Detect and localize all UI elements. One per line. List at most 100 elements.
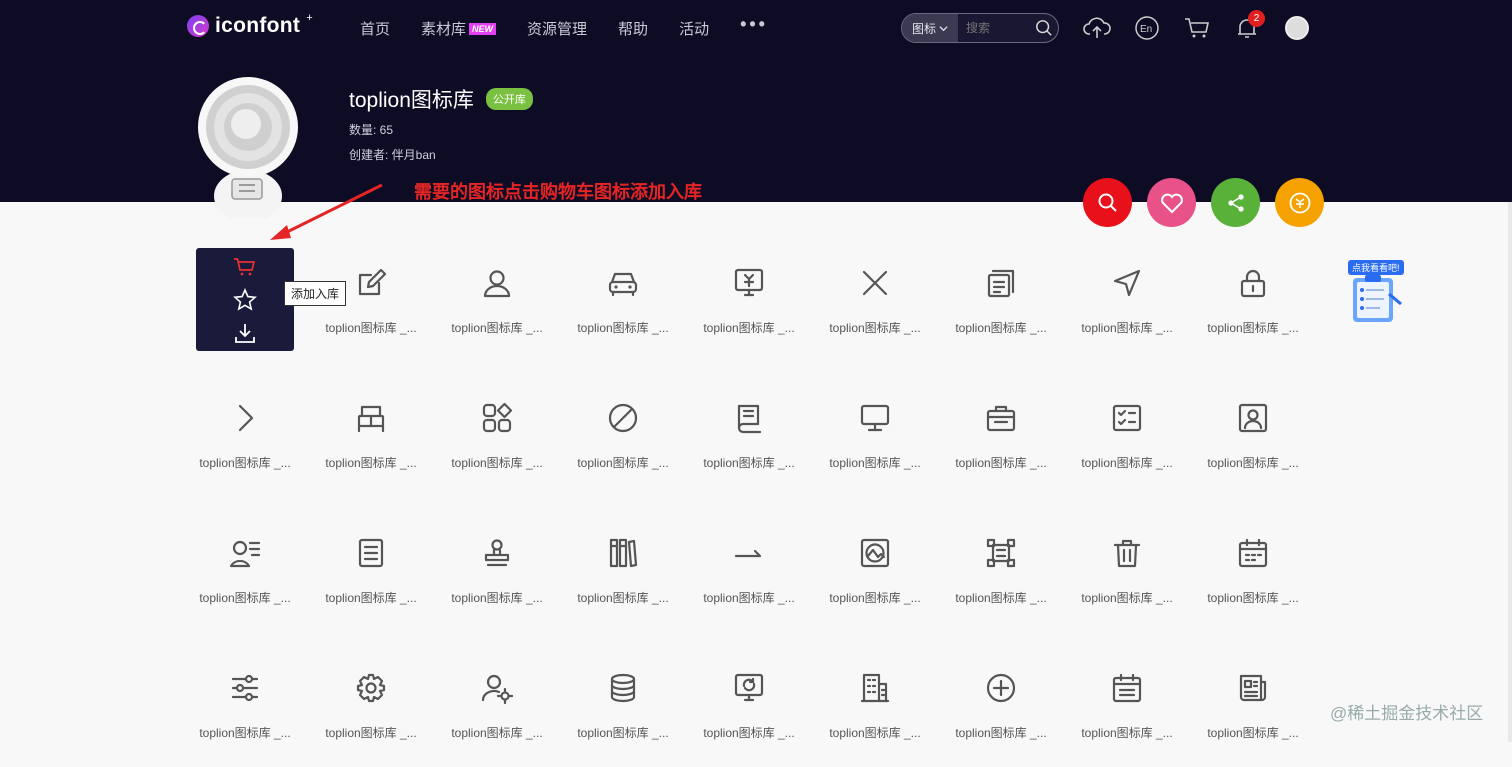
collect-button[interactable] xyxy=(231,287,259,313)
bed-icon xyxy=(354,401,388,435)
icon-card-briefcase[interactable]: toplion图标库 _... xyxy=(938,387,1064,497)
icon-count: 数量: 65 xyxy=(349,123,394,137)
cart-button[interactable] xyxy=(1183,14,1211,42)
icon-card-label: toplion图标库 _... xyxy=(1081,456,1173,470)
icon-card-label: toplion图标库 _... xyxy=(451,456,543,470)
search-button[interactable] xyxy=(1030,19,1058,37)
upload-button[interactable] xyxy=(1083,14,1111,42)
icon-card-label: toplion图标库 _... xyxy=(1081,726,1173,740)
logo-plus: + xyxy=(306,12,313,24)
user-settings-icon xyxy=(480,671,514,705)
share-button[interactable] xyxy=(1211,178,1260,227)
icon-card-stamp[interactable]: toplion图标库 _... xyxy=(434,522,560,632)
icon-card-bed[interactable]: toplion图标库 _... xyxy=(308,387,434,497)
lock-icon xyxy=(1236,266,1270,300)
icon-card-label: toplion图标库 _... xyxy=(703,456,795,470)
icon-card-user[interactable]: toplion图标库 _... xyxy=(434,252,560,362)
icon-card-book[interactable]: toplion图标库 _... xyxy=(686,387,812,497)
icon-card-portrait[interactable]: toplion图标库 _... xyxy=(1190,387,1316,497)
icon-card-apps[interactable]: toplion图标库 _... xyxy=(434,387,560,497)
add-to-library-tooltip: 添加入库 xyxy=(284,281,347,306)
newspaper-icon xyxy=(1236,671,1270,705)
books-icon xyxy=(606,536,640,570)
icon-card-checklist[interactable]: toplion图标库 _... xyxy=(1064,387,1190,497)
download-button[interactable] xyxy=(231,320,259,346)
page-scrollbar[interactable] xyxy=(1508,202,1512,742)
icon-card-forbidden[interactable]: toplion图标库 _... xyxy=(560,387,686,497)
language-button[interactable]: En xyxy=(1133,14,1161,42)
icon-card-chevron-right[interactable]: toplion图标库 _... xyxy=(182,387,308,497)
main-menu: 首页 素材库 NEW 资源管理 帮助 活动 ••• xyxy=(360,14,768,39)
icon-card-database[interactable]: toplion图标库 _... xyxy=(560,657,686,767)
icon-card-plus-circle[interactable]: toplion图标库 _... xyxy=(938,657,1064,767)
icon-card-image[interactable]: toplion图标库 _... xyxy=(812,522,938,632)
menu-item-materials-label: 素材库 xyxy=(421,21,467,38)
icon-card-label: toplion图标库 _... xyxy=(325,591,417,605)
icon-card-sliders[interactable]: toplion图标库 _... xyxy=(182,657,308,767)
icon-card-close[interactable]: toplion图标库 _... xyxy=(812,252,938,362)
search-type-label: 图标 xyxy=(911,21,936,36)
icon-card-label: toplion图标库 _... xyxy=(325,456,417,470)
portrait-icon xyxy=(1236,401,1270,435)
icon-card-car[interactable]: toplion图标库 _... xyxy=(560,252,686,362)
icon-card-newspaper[interactable]: toplion图标库 _... xyxy=(1190,657,1316,767)
icon-card-label: toplion图标库 _... xyxy=(451,591,543,605)
chevron-right-icon xyxy=(228,401,262,435)
user-avatar-button[interactable] xyxy=(1283,14,1311,42)
icon-card-lock[interactable]: toplion图标库 _... xyxy=(1190,252,1316,362)
icon-card-money-monitor[interactable]: toplion图标库 _... xyxy=(686,252,812,362)
menu-item-activity[interactable]: 活动 xyxy=(679,18,709,39)
icon-card-label: toplion图标库 _... xyxy=(199,591,291,605)
svg-text:En: En xyxy=(1140,24,1152,35)
favorite-button[interactable] xyxy=(1147,178,1196,227)
reward-button[interactable] xyxy=(1275,178,1324,227)
search-library-button[interactable] xyxy=(1083,178,1132,227)
search-input[interactable] xyxy=(958,21,1030,35)
icon-card-copy[interactable]: toplion图标库 _... xyxy=(938,252,1064,362)
more-menu-button[interactable]: ••• xyxy=(740,14,768,39)
icon-card-arrow-right[interactable]: toplion图标库 _... xyxy=(686,522,812,632)
forbidden-icon xyxy=(606,401,640,435)
icon-card-edit[interactable]: toplion图标库 _... xyxy=(308,252,434,362)
avatar xyxy=(1285,16,1309,40)
icon-card-document[interactable]: toplion图标库 _... xyxy=(308,522,434,632)
plus-circle-icon xyxy=(984,671,1018,705)
cart-icon xyxy=(1185,18,1209,38)
sliders-icon xyxy=(228,671,262,705)
icon-card-navigate[interactable]: toplion图标库 _... xyxy=(1064,252,1190,362)
icon-card-books[interactable]: toplion图标库 _... xyxy=(560,522,686,632)
icon-card-label: toplion图标库 _... xyxy=(829,456,921,470)
logo[interactable]: iconfont + xyxy=(187,12,313,38)
menu-item-home[interactable]: 首页 xyxy=(360,18,390,39)
icon-card-label: toplion图标库 _... xyxy=(829,726,921,740)
notification-button[interactable]: 2 xyxy=(1233,10,1265,42)
icon-card-user-list[interactable]: toplion图标库 _... xyxy=(182,522,308,632)
icon-card-refresh-screen[interactable]: toplion图标库 _... xyxy=(686,657,812,767)
icon-card-user-settings[interactable]: toplion图标库 _... xyxy=(434,657,560,767)
checklist-icon xyxy=(1110,401,1144,435)
icon-card-calendar[interactable]: toplion图标库 _... xyxy=(1190,522,1316,632)
icon-card-trash[interactable]: toplion图标库 _... xyxy=(1064,522,1190,632)
icon-card-label: toplion图标库 _... xyxy=(577,591,669,605)
menu-item-help[interactable]: 帮助 xyxy=(618,18,648,39)
icon-card-building[interactable]: toplion图标库 _... xyxy=(812,657,938,767)
icon-card-crop[interactable]: toplion图标库 _... xyxy=(938,522,1064,632)
icon-card-label: toplion图标库 _... xyxy=(955,726,1047,740)
search-type-select[interactable]: 图标 xyxy=(902,14,958,42)
icon-card-calendar-list[interactable]: toplion图标库 _... xyxy=(1064,657,1190,767)
icon-card-label: toplion图标库 _... xyxy=(199,456,291,470)
icon-card-monitor[interactable]: toplion图标库 _... xyxy=(812,387,938,497)
cart-icon xyxy=(234,258,256,276)
close-icon xyxy=(858,266,892,300)
library-title-row: toplion图标库 公开库 xyxy=(349,84,533,114)
add-to-cart-button[interactable] xyxy=(231,254,259,280)
icon-card-label: toplion图标库 _... xyxy=(451,321,543,335)
icon-card-gear[interactable]: toplion图标库 _... xyxy=(308,657,434,767)
money-monitor-icon xyxy=(732,266,766,300)
icon-card-label: toplion图标库 _... xyxy=(829,321,921,335)
menu-item-resources[interactable]: 资源管理 xyxy=(527,18,587,39)
stamp-icon xyxy=(480,536,514,570)
floating-helper-widget[interactable]: 点我看看吧! xyxy=(1345,258,1405,324)
menu-item-materials[interactable]: 素材库 NEW xyxy=(421,18,497,39)
icon-card-label: toplion图标库 _... xyxy=(703,726,795,740)
